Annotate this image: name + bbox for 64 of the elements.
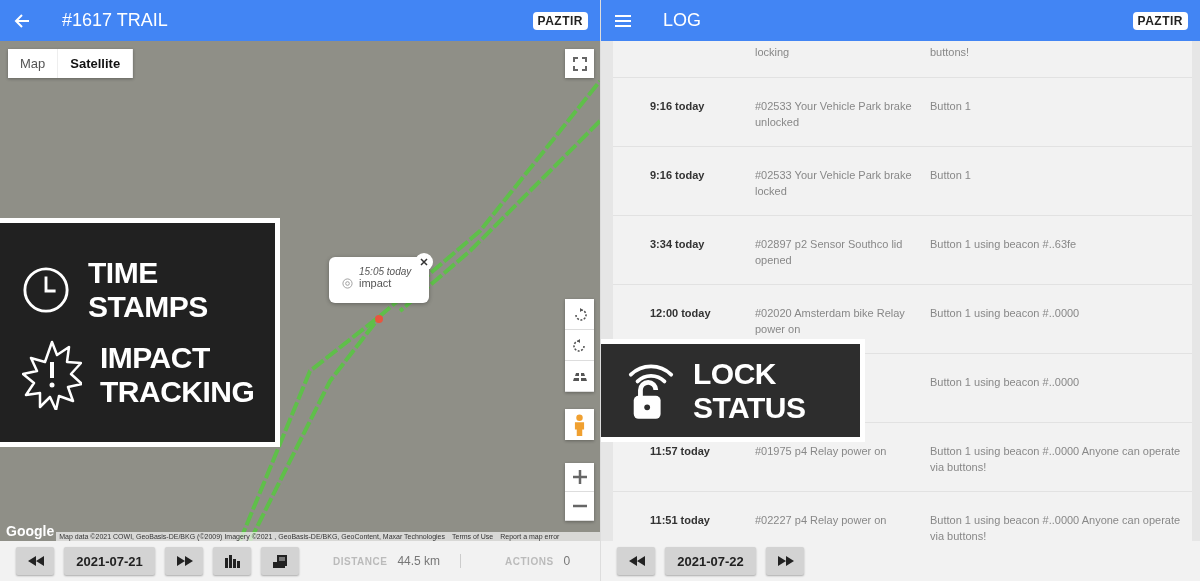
log-detail: Button 1 using beacon #..0000 Anyone can operate via buttons! bbox=[930, 514, 1181, 541]
stat-value: 44.5 km bbox=[397, 554, 441, 568]
target-icon bbox=[342, 277, 353, 289]
brand-logo: PAZTIR bbox=[532, 11, 588, 30]
previous-day-button[interactable] bbox=[16, 547, 54, 575]
next-day-button[interactable] bbox=[766, 547, 804, 575]
log-description: #02020 Amsterdam bike Relay power on bbox=[755, 307, 905, 335]
brand-logo: PAZTIR bbox=[1132, 11, 1188, 30]
popup-event: impact bbox=[359, 277, 392, 289]
log-description: #01975 p4 Relay power on bbox=[755, 445, 887, 457]
map-provider-logo: Google bbox=[5, 523, 56, 541]
menu-icon bbox=[615, 14, 631, 27]
rotate-counterclockwise-button[interactable] bbox=[565, 330, 594, 361]
event-marker bbox=[375, 315, 383, 323]
feature-heading: LOCK STATUS bbox=[693, 356, 807, 425]
map-type-tab[interactable]: Map bbox=[8, 49, 59, 78]
log-time: 3:34 today bbox=[650, 238, 705, 250]
log-detail: Button 1 using beacon #..0000 bbox=[930, 376, 1080, 388]
zoom-in-button[interactable] bbox=[565, 463, 594, 492]
report-button[interactable] bbox=[261, 547, 299, 575]
fast-forward-icon bbox=[775, 554, 795, 568]
fullscreen-button[interactable] bbox=[565, 49, 594, 78]
person-figure-icon bbox=[574, 413, 585, 436]
chart-button[interactable] bbox=[213, 547, 251, 575]
previous-day-button[interactable] bbox=[617, 547, 655, 575]
log-description: locking bbox=[755, 46, 790, 58]
stat-value: 0 bbox=[563, 554, 571, 568]
close-icon bbox=[420, 258, 428, 266]
screen-title: #1617 TRAIL bbox=[62, 10, 169, 31]
starburst-exclamation-icon bbox=[22, 339, 82, 410]
log-detail: buttons! bbox=[930, 46, 970, 58]
map-type-tab[interactable]: Satellite bbox=[58, 49, 134, 78]
log-detail: Button 1 bbox=[930, 169, 971, 181]
log-time: 9:16 today bbox=[650, 169, 705, 181]
log-time: 12:00 today bbox=[650, 307, 711, 319]
clock-icon bbox=[22, 265, 70, 314]
fullscreen-icon bbox=[572, 56, 587, 71]
bar-chart-icon bbox=[222, 554, 242, 568]
date-button[interactable]: 2021-07-21 bbox=[64, 547, 155, 575]
log-time: 9:16 today bbox=[650, 100, 705, 112]
next-day-button[interactable] bbox=[165, 547, 203, 575]
screen-title: LOG bbox=[663, 10, 702, 31]
plus-icon bbox=[571, 469, 588, 485]
zoom-out-button[interactable] bbox=[565, 492, 594, 521]
minus-icon bbox=[571, 504, 588, 508]
log-detail: Button 1 using beacon #..63fe bbox=[930, 238, 1077, 250]
log-description: #02533 Your Vehicle Park brake locked bbox=[755, 169, 912, 197]
feature-heading: TIME STAMPS bbox=[88, 255, 209, 324]
log-time: 11:51 today bbox=[650, 514, 710, 526]
rotate-counterclockwise-icon bbox=[571, 338, 588, 352]
back-arrow-icon bbox=[14, 13, 30, 28]
document-icon bbox=[270, 554, 290, 568]
tilt-view-button[interactable] bbox=[565, 361, 594, 392]
fast-forward-icon bbox=[174, 554, 194, 568]
log-description: #02227 p4 Relay power on bbox=[755, 514, 887, 526]
log-description: #02897 p2 Sensor Southco lid opened bbox=[755, 238, 903, 266]
log-detail: Button 1 using beacon #..0000 bbox=[930, 307, 1080, 319]
popup-time: 15:05 today bbox=[358, 266, 413, 277]
log-time: 11:57 today bbox=[650, 445, 710, 457]
log-detail: Button 1 bbox=[930, 100, 971, 112]
log-detail: Button 1 using beacon #..0000 Anyone can operate via buttons! bbox=[930, 445, 1181, 473]
date-button[interactable]: 2021-07-22 bbox=[665, 547, 756, 575]
rotate-clockwise-button[interactable] bbox=[565, 299, 594, 330]
log-description: #02533 Your Vehicle Park brake unlocked bbox=[755, 100, 912, 128]
